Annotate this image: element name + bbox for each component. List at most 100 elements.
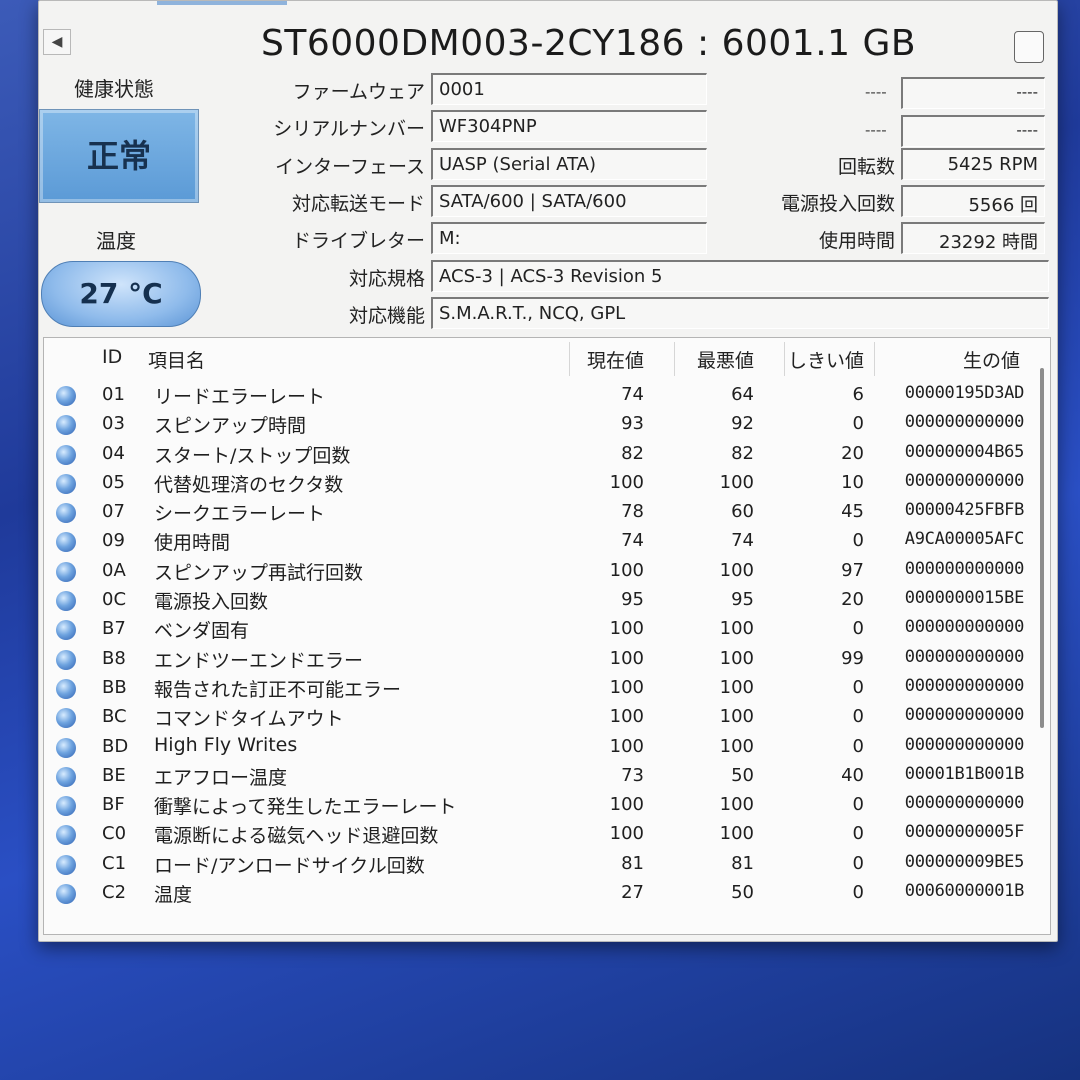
rotation-rate-value: 5425 RPM xyxy=(901,148,1045,180)
col-divider xyxy=(569,342,570,376)
attr-id: B8 xyxy=(102,647,126,669)
table-row[interactable]: BE エアフロー温度 73 50 40 00001B1B001B xyxy=(44,761,1044,790)
col-header-current[interactable]: 現在値 xyxy=(582,346,644,373)
col-header-id[interactable]: ID xyxy=(102,346,122,368)
attr-name: シークエラーレート xyxy=(154,503,326,526)
status-dot-icon xyxy=(56,561,76,582)
attr-name: エアフロー温度 xyxy=(154,766,288,789)
transfer-mode-label: 対応転送モード xyxy=(291,193,425,215)
health-status-button[interactable]: 正常 xyxy=(39,109,199,203)
table-row[interactable]: 09 使用時間 74 74 0 A9CA00005AFC xyxy=(44,526,1044,555)
power-on-count-label: 電源投入回数 xyxy=(780,193,895,215)
interface-label: インターフェース xyxy=(275,156,425,178)
attr-name: エンドツーエンドエラー xyxy=(154,649,364,672)
attr-current: 78 xyxy=(621,501,644,523)
table-row[interactable]: 05 代替処理済のセクタ数 100 100 10 000000000000 xyxy=(44,468,1044,497)
table-row[interactable]: 01 リードエラーレート 74 64 6 00000195D3AD xyxy=(44,380,1044,409)
firmware-label: ファームウェア xyxy=(292,81,425,103)
status-dot-icon xyxy=(56,884,76,905)
status-dot-icon xyxy=(56,473,76,494)
attr-id: 03 xyxy=(102,413,125,435)
attr-threshold: 20 xyxy=(841,442,864,464)
attr-worst: 92 xyxy=(731,413,754,435)
status-dot-icon xyxy=(56,854,76,875)
attr-threshold: 0 xyxy=(852,735,864,757)
table-row[interactable]: C1 ロード/アンロードサイクル回数 81 81 0 000000009BE5 xyxy=(44,849,1044,878)
attr-threshold: 0 xyxy=(852,794,864,816)
drive-letter-value: M: xyxy=(431,222,707,254)
attr-name: 電源投入回数 xyxy=(154,591,269,614)
drive-letter-label: ドライブレター xyxy=(291,230,425,252)
attr-raw: 00060000001B xyxy=(904,881,1025,902)
attr-name: リードエラーレート xyxy=(154,386,326,408)
table-row[interactable]: C0 電源断による磁気ヘッド退避回数 100 100 0 00000000005F xyxy=(44,819,1044,848)
attr-id: C2 xyxy=(102,882,127,904)
table-row[interactable]: C2 温度 27 50 0 00060000001B xyxy=(44,878,1044,907)
attr-current: 82 xyxy=(621,442,644,464)
attr-worst: 100 xyxy=(719,823,754,845)
table-row[interactable]: 07 シークエラーレート 78 60 45 00000425FBFB xyxy=(44,497,1044,526)
col-header-worst[interactable]: 最悪値 xyxy=(692,346,754,373)
attr-worst: 100 xyxy=(719,471,754,493)
status-dot-icon xyxy=(56,649,76,670)
unknown-value-1: ---- xyxy=(901,77,1045,109)
attr-threshold: 45 xyxy=(841,501,864,523)
attr-threshold: 20 xyxy=(841,589,864,611)
attr-name: 衝撃によって発生したエラーレート xyxy=(154,796,457,819)
attr-current: 100 xyxy=(609,618,644,640)
attr-raw: 00000195D3AD xyxy=(904,383,1025,403)
smart-attributes-table[interactable]: ID 項目名 現在値 最悪値 しきい値 生の値 01 リードエラーレート 74 64 6… xyxy=(43,337,1051,935)
attr-threshold: 10 xyxy=(841,471,864,493)
attr-raw: A9CA00005AFC xyxy=(904,529,1025,550)
table-row[interactable]: BD High Fly Writes 100 100 0 000000000000 xyxy=(44,732,1044,761)
temperature-badge[interactable]: 27 °C xyxy=(41,261,201,327)
attr-worst: 81 xyxy=(731,852,754,874)
attr-name: スピンアップ再試行回数 xyxy=(154,561,364,584)
attr-name: ロード/アンロードサイクル回数 xyxy=(154,854,425,877)
attr-threshold: 40 xyxy=(841,764,864,786)
attr-threshold: 97 xyxy=(841,559,864,581)
col-header-raw[interactable]: 生の値 xyxy=(924,346,1020,373)
serial-value: WF304PNP xyxy=(431,110,707,142)
table-row[interactable]: BC コマンドタイムアウト 100 100 0 000000000000 xyxy=(44,702,1044,731)
table-scrollbar[interactable] xyxy=(1040,368,1044,728)
status-dot-icon xyxy=(56,444,76,465)
active-disk-tab-indicator[interactable] xyxy=(157,1,287,5)
attr-threshold: 0 xyxy=(852,676,864,698)
attr-current: 100 xyxy=(609,706,644,728)
attr-worst: 50 xyxy=(731,882,754,904)
attr-raw: 00000000005F xyxy=(904,822,1025,843)
attr-worst: 74 xyxy=(731,530,754,552)
table-row[interactable]: 03 スピンアップ時間 93 92 0 000000000000 xyxy=(44,409,1044,438)
attr-threshold: 0 xyxy=(852,706,864,728)
attr-raw: 000000000000 xyxy=(904,617,1025,638)
power-on-hours-label: 使用時間 xyxy=(818,230,895,252)
status-dot-icon xyxy=(56,796,76,817)
next-disk-button[interactable] xyxy=(1014,31,1044,63)
col-divider xyxy=(674,342,675,376)
col-header-name[interactable]: 項目名 xyxy=(148,346,205,373)
table-row[interactable]: 04 スタート/ストップ回数 82 82 20 000000004B65 xyxy=(44,439,1044,468)
left-arrow-icon: ◀ xyxy=(51,34,63,50)
table-row[interactable]: B7 ベンダ固有 100 100 0 000000000000 xyxy=(44,614,1044,643)
temperature-label: 温度 xyxy=(96,229,136,253)
status-dot-icon xyxy=(56,386,76,406)
attr-raw: 000000000000 xyxy=(904,675,1025,696)
status-dot-icon xyxy=(56,678,76,699)
table-row[interactable]: B8 エンドツーエンドエラー 100 100 99 000000000000 xyxy=(44,644,1044,673)
table-row[interactable]: 0A スピンアップ再試行回数 100 100 97 000000000000 xyxy=(44,556,1044,585)
attr-current: 100 xyxy=(609,823,644,845)
attr-raw: 000000000000 xyxy=(904,705,1025,726)
power-on-hours-value: 23292 時間 xyxy=(901,222,1045,254)
attr-raw: 000000000000 xyxy=(904,558,1025,579)
col-header-threshold[interactable]: しきい値 xyxy=(784,346,864,373)
attr-raw: 000000000000 xyxy=(904,734,1025,755)
col-divider xyxy=(874,342,875,376)
attr-current: 100 xyxy=(609,735,644,757)
table-row[interactable]: 0C 電源投入回数 95 95 20 0000000015BE xyxy=(44,585,1044,614)
previous-disk-button[interactable]: ◀ xyxy=(43,29,71,55)
table-row[interactable]: BB 報告された訂正不可能エラー 100 100 0 000000000000 xyxy=(44,673,1044,702)
table-row[interactable]: BF 衝撃によって発生したエラーレート 100 100 0 000000000000 xyxy=(44,790,1044,819)
attr-id: B7 xyxy=(102,618,126,640)
attr-id: 01 xyxy=(102,384,125,405)
